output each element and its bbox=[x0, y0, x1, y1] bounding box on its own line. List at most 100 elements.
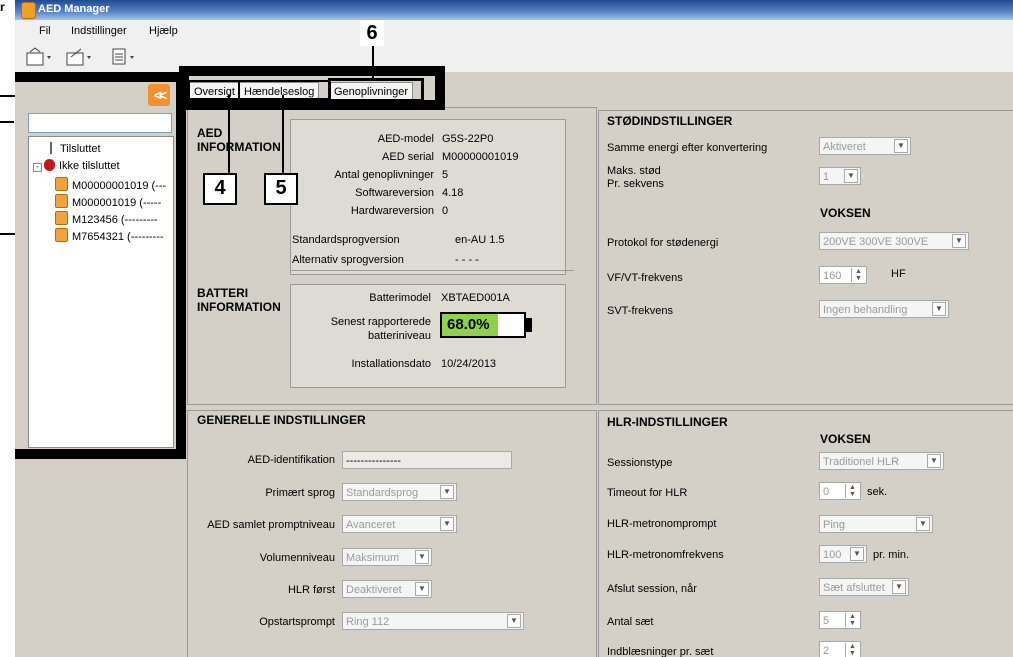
callout-letter-r: r bbox=[0, 0, 5, 14]
aed-id-label: AED-identifikation bbox=[247, 454, 335, 466]
install-date-value: 10/24/2013 bbox=[441, 358, 497, 370]
chevron-down-icon: ▼ bbox=[916, 517, 930, 531]
battery-model-label: Batterimodel bbox=[369, 292, 431, 304]
metronome-prompt-select[interactable]: Ping ▼ bbox=[819, 515, 933, 533]
aed-info-value: 0 bbox=[442, 205, 449, 217]
protocol-select[interactable]: 200VE 300VE 300VE ▼ bbox=[819, 232, 969, 250]
app-window: AED Manager Fil Indstillinger Hjælp << T… bbox=[15, 0, 1013, 657]
spinner-arrows-icon[interactable]: ▲ ▼ bbox=[845, 484, 859, 498]
aed-info-label: AED-model bbox=[377, 133, 434, 145]
primary-language-select[interactable]: Standardsprog ▼ bbox=[342, 483, 457, 501]
cpr-timeout-unit: sek. bbox=[867, 486, 888, 498]
chevron-down-icon: ▼ bbox=[894, 139, 908, 153]
cpr-first-label: HLR først bbox=[287, 584, 335, 596]
metronome-prompt-label: HLR-metronomprompt bbox=[607, 518, 717, 530]
chevron-down-icon: ▼ bbox=[440, 485, 454, 499]
callout-line-search bbox=[0, 121, 14, 123]
battery-terminal bbox=[526, 318, 532, 332]
session-type-select[interactable]: Traditionel HLR ▼ bbox=[819, 452, 944, 470]
battery-level-text: 68.0% bbox=[447, 316, 490, 333]
menu-help[interactable]: Hjælp bbox=[149, 25, 178, 37]
callout-line-5 bbox=[282, 95, 284, 175]
highlight-tab-restore bbox=[328, 78, 424, 102]
aed-info-value: G5S-22P0 bbox=[442, 133, 494, 145]
sets-spinner[interactable]: 5 ▲ ▼ bbox=[819, 611, 861, 629]
cpr-adult-header: VOKSEN bbox=[820, 432, 871, 446]
spinner-arrows-icon[interactable]: ▲ ▼ bbox=[851, 268, 865, 282]
report-icon[interactable] bbox=[110, 47, 140, 67]
cpr-first-select[interactable]: Deaktiveret ▼ bbox=[342, 580, 432, 598]
prompt-level-label: AED samlet promptniveau bbox=[207, 519, 335, 531]
chevron-down-icon: ▼ bbox=[415, 582, 429, 596]
aed-info-title-1: AED bbox=[197, 126, 223, 140]
aed-info-label: Antal genoplivninger bbox=[334, 169, 434, 181]
shock-adult-header: VOKSEN bbox=[820, 206, 871, 220]
startup-prompt-label: Opstartsprompt bbox=[259, 616, 335, 628]
metronome-freq-unit: pr. min. bbox=[873, 549, 910, 561]
chevron-down-icon: ▼ bbox=[927, 454, 941, 468]
cpr-timeout-spinner[interactable]: 0 ▲ ▼ bbox=[819, 482, 861, 500]
language-version-label: Alternativ sprogversion bbox=[292, 254, 404, 266]
cpr-settings-title: HLR-INDSTILLINGER bbox=[607, 415, 728, 429]
chevron-down-icon: ▼ bbox=[844, 169, 858, 183]
window-title: AED Manager bbox=[38, 3, 110, 15]
aed-info-value: M00000001019 bbox=[442, 151, 519, 163]
battery-gauge: 68.0% bbox=[440, 312, 526, 338]
highlight-tab-eventlog bbox=[238, 80, 330, 100]
spinner-arrows-icon[interactable]: ▲ ▼ bbox=[845, 643, 859, 657]
startup-prompt-select[interactable]: Ring 112 ▼ bbox=[342, 612, 524, 630]
chevron-down-icon: ▼ bbox=[932, 302, 946, 316]
chevron-down-icon: ▼ bbox=[952, 234, 966, 248]
session-type-label: Sessionstype bbox=[607, 457, 673, 469]
max-shock-label-2: Pr. sekvens bbox=[607, 178, 664, 190]
spinner-arrows-icon[interactable]: ▲ ▼ bbox=[845, 613, 859, 627]
callout-4: 4 bbox=[203, 173, 237, 205]
menu-bar: Fil Indstillinger Hjælp bbox=[15, 20, 1013, 42]
protocol-label: Protokol for stødenergi bbox=[607, 237, 719, 249]
language-version-value: - - - - bbox=[455, 254, 479, 266]
aed-info-value: 5 bbox=[442, 169, 449, 181]
battery-level-label-1: Senest rapporterede bbox=[330, 316, 431, 328]
menu-file[interactable]: Fil bbox=[39, 25, 51, 37]
title-bar: AED Manager bbox=[15, 0, 1013, 20]
same-energy-label: Samme energi efter konvertering bbox=[607, 142, 768, 154]
battery-model-value: XBTAED001A bbox=[441, 292, 510, 304]
callout-6: 6 bbox=[360, 20, 384, 46]
highlight-tab-overview bbox=[188, 80, 240, 100]
volume-select[interactable]: Maksimum ▼ bbox=[342, 548, 432, 566]
battery-level-label-2: batteriniveau bbox=[368, 330, 431, 342]
breaths-spinner[interactable]: 2 ▲ ▼ bbox=[819, 641, 861, 657]
cpr-timeout-label: Timeout for HLR bbox=[607, 487, 688, 499]
shock-settings-panel bbox=[598, 110, 1013, 405]
sets-label: Antal sæt bbox=[607, 616, 654, 628]
max-shock-select[interactable]: 1 ▼ bbox=[819, 167, 861, 185]
divider bbox=[290, 270, 574, 271]
metronome-freq-select[interactable]: 100 ▼ bbox=[819, 545, 867, 563]
language-version-label: Standardsprogversion bbox=[292, 234, 400, 246]
install-date-label: Installationsdato bbox=[351, 358, 432, 370]
breaths-label: Indblæsninger pr. sæt bbox=[607, 646, 714, 657]
chevron-down-icon: ▼ bbox=[892, 580, 906, 594]
volume-label: Volumenniveau bbox=[259, 552, 335, 564]
aed-info-label: Hardwareversion bbox=[350, 205, 434, 217]
app-icon bbox=[21, 2, 36, 19]
export-icon[interactable] bbox=[65, 47, 95, 67]
import-icon[interactable] bbox=[25, 47, 55, 67]
primary-language-label: Primært sprog bbox=[265, 487, 335, 499]
menu-settings[interactable]: Indstillinger bbox=[71, 25, 127, 37]
chevron-down-icon: ▼ bbox=[850, 547, 864, 561]
prompt-level-select[interactable]: Avanceret ▼ bbox=[342, 515, 457, 533]
metronome-freq-label: HLR-metronomfrekvens bbox=[607, 549, 724, 561]
svt-select[interactable]: Ingen behandling ▼ bbox=[819, 300, 949, 318]
language-version-value: en-AU 1.5 bbox=[455, 234, 505, 246]
aed-id-field[interactable]: --------------- bbox=[342, 451, 512, 469]
battery-title-2: INFORMATION bbox=[197, 300, 281, 314]
same-energy-select[interactable]: Aktiveret ▼ bbox=[819, 137, 911, 155]
svt-label: SVT-frekvens bbox=[607, 305, 674, 317]
vf-label: VF/VT-frekvens bbox=[607, 272, 683, 284]
callout-5: 5 bbox=[264, 173, 298, 205]
callout-line-6 bbox=[372, 42, 374, 80]
end-session-select[interactable]: Sæt afsluttet ▼ bbox=[819, 578, 909, 596]
chevron-down-icon: ▼ bbox=[440, 517, 454, 531]
vf-spinner[interactable]: 160 ▲ ▼ bbox=[819, 266, 867, 284]
